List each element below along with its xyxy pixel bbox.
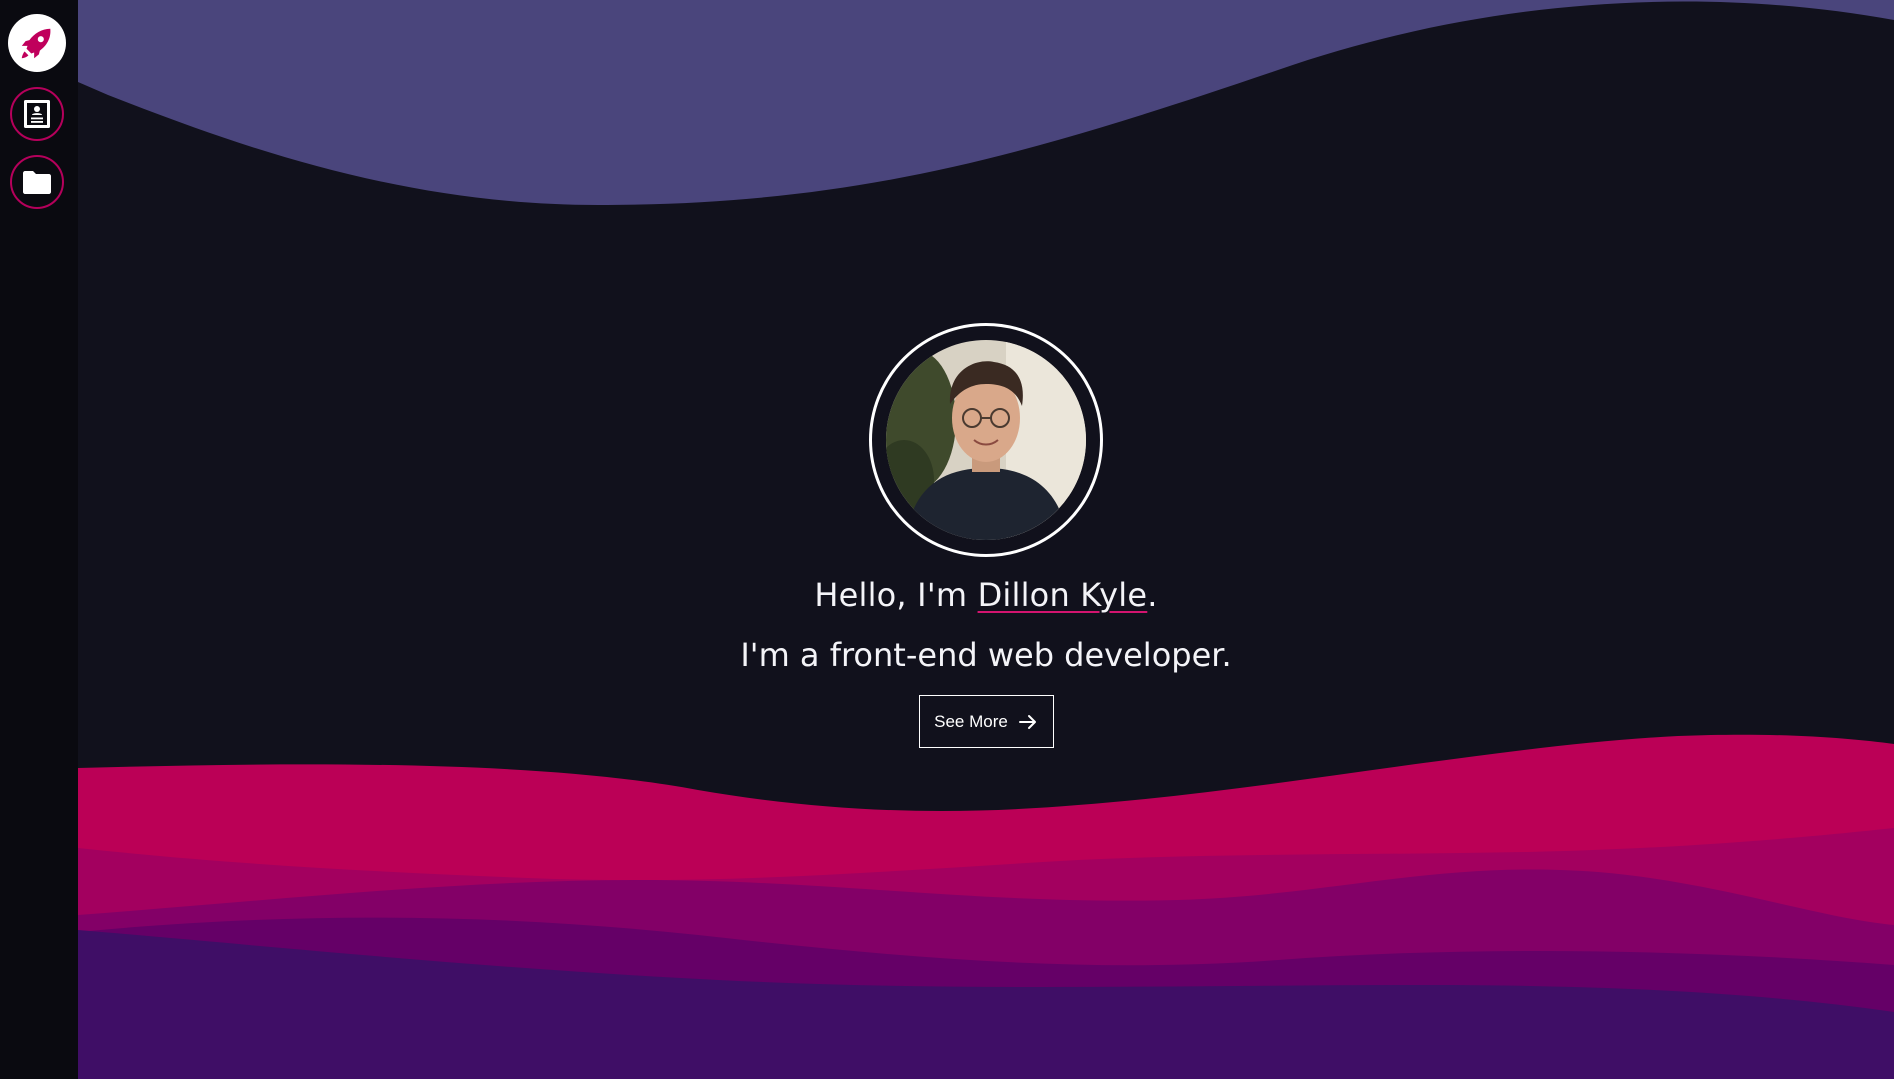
hero-content: Hello, I'm Dillon Kyle. I'm a front-end … <box>78 323 1894 748</box>
greeting-suffix: . <box>1147 576 1158 614</box>
sidebar-nav <box>0 0 78 1079</box>
avatar <box>886 340 1086 540</box>
folder-icon <box>23 171 51 194</box>
see-more-button[interactable]: See More <box>918 695 1054 748</box>
avatar-ring <box>869 323 1103 557</box>
sidebar-item-projects[interactable] <box>10 155 64 209</box>
sidebar-item-about[interactable] <box>10 87 64 141</box>
top-wave <box>78 0 1894 205</box>
sidebar-item-home[interactable] <box>8 14 66 72</box>
name-link[interactable]: Dillon Kyle <box>978 576 1148 614</box>
app-root: Hello, I'm Dillon Kyle. I'm a front-end … <box>0 0 1894 1079</box>
hero-section: Hello, I'm Dillon Kyle. I'm a front-end … <box>78 0 1894 1079</box>
greeting-heading: Hello, I'm Dillon Kyle. <box>78 575 1894 615</box>
avatar-portrait <box>886 340 1086 540</box>
contact-card-icon <box>24 100 50 128</box>
tagline: I'm a front-end web developer. <box>740 636 1232 674</box>
rocket-icon <box>21 28 51 59</box>
see-more-label: See More <box>934 711 1008 731</box>
greeting-prefix: Hello, I'm <box>814 576 978 614</box>
arrow-right-icon <box>1018 714 1036 729</box>
